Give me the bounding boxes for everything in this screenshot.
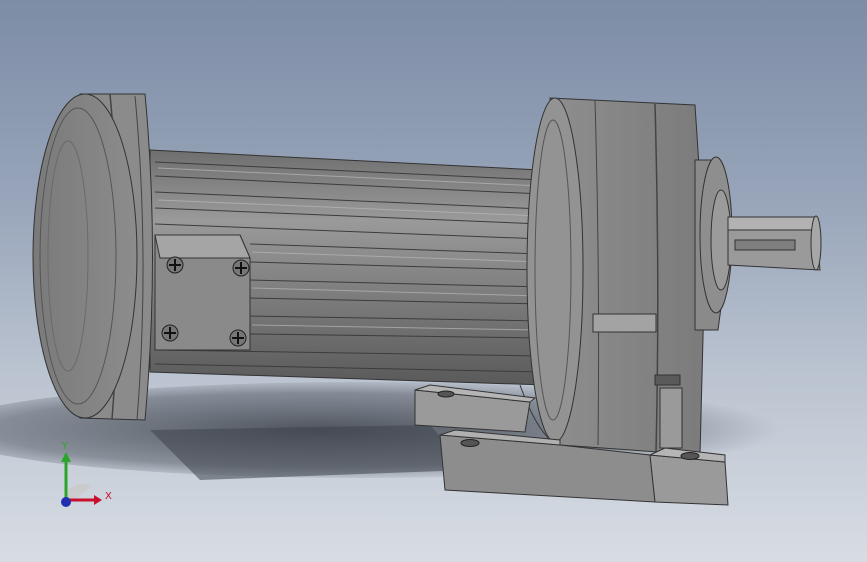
graphics-viewport[interactable]: X Y [0,0,867,562]
x-axis-label: X [105,491,112,502]
gear-motor-model[interactable] [0,0,867,562]
floor-shadow-lower [150,425,470,480]
reference-triad[interactable]: X Y [50,440,120,515]
y-axis-arrow-icon [61,452,71,462]
gearbox-housing[interactable] [519,97,706,456]
screw-icon [166,256,184,274]
terminal-box[interactable] [154,234,251,351]
mounting-foot-right[interactable] [648,447,729,506]
shaft-keyway [734,239,796,251]
y-axis-label: Y [61,441,69,452]
screw-icon [161,324,179,342]
x-axis-arrow-icon [94,495,102,505]
screw-icon [229,329,247,347]
rear-end-cap[interactable] [32,93,153,421]
screw-icon [232,259,250,277]
output-shaft[interactable] [727,215,822,271]
z-axis-origin-icon [61,497,71,507]
output-flange[interactable] [694,156,733,331]
